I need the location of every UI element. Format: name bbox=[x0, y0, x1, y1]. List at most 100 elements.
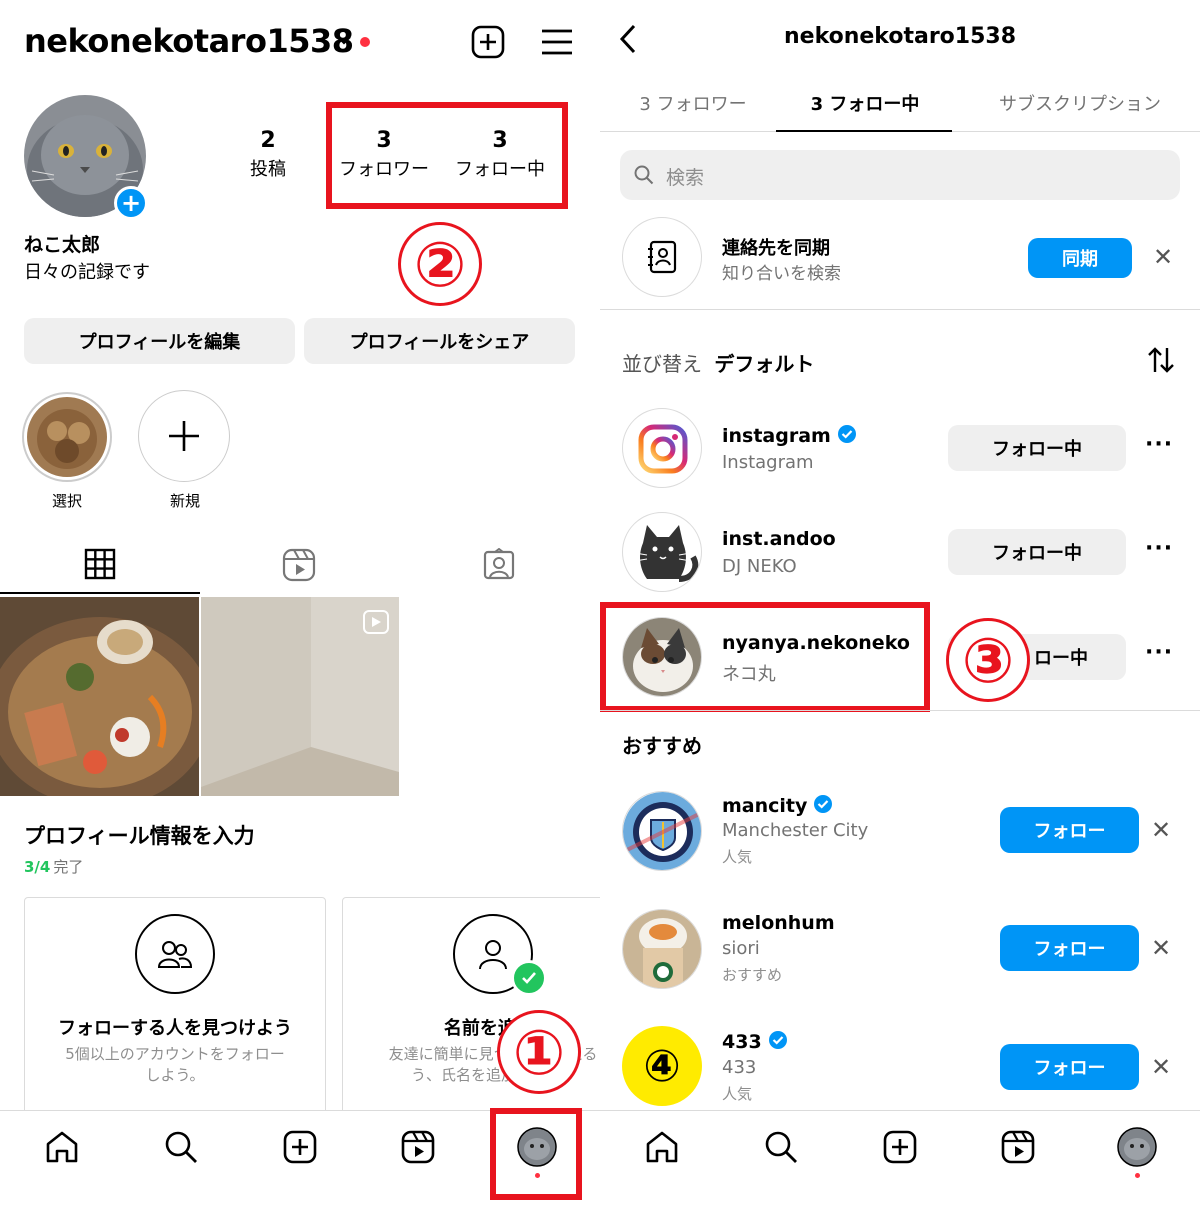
more-options-icon[interactable]: ··· bbox=[1145, 432, 1173, 457]
find-people-desc-line2: しよう。 bbox=[145, 1066, 205, 1084]
close-icon[interactable]: ✕ bbox=[1151, 816, 1171, 844]
bio-text: 日々の記録です bbox=[24, 262, 150, 283]
more-options-icon[interactable]: ··· bbox=[1145, 640, 1173, 665]
create-plus-icon[interactable] bbox=[470, 24, 506, 60]
add-story-button[interactable]: + bbox=[114, 186, 148, 220]
suggested-note-2: おすすめ bbox=[722, 966, 783, 984]
following-username-3[interactable]: nyanya.nekoneko bbox=[722, 632, 910, 654]
following-username-1[interactable]: instagram bbox=[722, 424, 857, 449]
find-people-card[interactable]: フォローする人を見つけよう 5個以上のアカウントをフォロー しよう。 bbox=[24, 897, 326, 1127]
highlight-select[interactable] bbox=[22, 392, 112, 482]
tab-indicator bbox=[776, 130, 952, 132]
avatar-mancity[interactable] bbox=[622, 791, 702, 871]
reels-icon[interactable] bbox=[400, 1129, 436, 1169]
sort-row[interactable]: 並び替え デフォルト bbox=[622, 348, 814, 377]
suggested-username-2[interactable]: melonhum bbox=[722, 912, 835, 934]
username-text: 433 bbox=[722, 1031, 762, 1053]
post-thumbnail-wall[interactable] bbox=[201, 597, 399, 796]
search-input[interactable]: 検索 bbox=[620, 150, 1180, 200]
notification-dot bbox=[1135, 1173, 1140, 1178]
tab-subscriptions[interactable]: サブスクリプション bbox=[980, 90, 1180, 116]
create-icon[interactable] bbox=[282, 1129, 318, 1169]
verified-badge-icon bbox=[837, 424, 857, 449]
search-icon[interactable] bbox=[163, 1129, 199, 1169]
suggested-header: おすすめ bbox=[622, 734, 702, 758]
follow-button-2[interactable]: フォロー bbox=[1000, 925, 1139, 971]
close-icon[interactable]: ✕ bbox=[1151, 1053, 1171, 1081]
reels-tab-icon[interactable] bbox=[282, 548, 316, 582]
tab-followers[interactable]: 3 フォロワー bbox=[618, 90, 768, 116]
verified-badge-icon bbox=[813, 794, 833, 819]
plus-icon bbox=[169, 421, 199, 451]
following-screen: nekonekotaro1538 3 フォロワー 3 フォロー中 サブスクリプシ… bbox=[600, 0, 1200, 1206]
add-name-card[interactable]: 名前を追加! 友達に簡単に見つけてもらえる う、氏名を追加しよう。 bbox=[342, 897, 600, 1127]
find-people-desc: 5個以上のアカウントをフォロー しよう。 bbox=[25, 1044, 325, 1086]
check-icon bbox=[511, 960, 547, 996]
new-highlight-label: 新規 bbox=[169, 492, 200, 510]
annotation-number-two: ② bbox=[398, 222, 482, 306]
profile-info-title: プロフィール情報を入力 bbox=[24, 824, 255, 848]
sort-label: 並び替え bbox=[622, 352, 702, 376]
edit-profile-button[interactable]: プロフィールを編集 bbox=[24, 318, 295, 364]
sort-arrows-icon[interactable] bbox=[1146, 346, 1176, 374]
avatar-instagram[interactable] bbox=[622, 408, 702, 488]
posts-label: 投稿 bbox=[250, 159, 286, 180]
followers-label: フォロワー bbox=[339, 159, 429, 180]
stat-following[interactable]: 3 フォロー中 bbox=[448, 128, 552, 181]
profile-screen: nekonekotaro1538 + 2 投稿 3 フォロワー 3 フォロー中 … bbox=[0, 0, 600, 1206]
following-username-2[interactable]: inst.andoo bbox=[722, 528, 836, 550]
sync-button[interactable]: 同期 bbox=[1028, 238, 1132, 278]
bottom-nav bbox=[600, 1110, 1200, 1206]
annotation-number-one: ① bbox=[497, 1010, 581, 1094]
close-icon[interactable]: ✕ bbox=[1151, 934, 1171, 962]
stat-followers[interactable]: 3 フォロワー bbox=[334, 128, 434, 181]
sync-title: 連絡先を同期 bbox=[722, 238, 830, 259]
highlight-select-label: 選択 bbox=[51, 492, 82, 510]
profile-tab-avatar[interactable] bbox=[517, 1127, 557, 1171]
sort-value: デフォルト bbox=[714, 352, 815, 376]
following-name-3: ネコ丸 bbox=[722, 664, 776, 685]
avatar-inst-andoo[interactable] bbox=[622, 512, 702, 592]
new-highlight-button[interactable] bbox=[138, 390, 230, 482]
tab-following[interactable]: 3 フォロー中 bbox=[790, 90, 940, 116]
progress-suffix: 完了 bbox=[53, 858, 84, 876]
stat-posts[interactable]: 2 投稿 bbox=[228, 128, 308, 181]
following-count: 3 bbox=[492, 128, 508, 153]
page-title: nekonekotaro1538 bbox=[783, 24, 1017, 49]
more-options-icon[interactable]: ··· bbox=[1145, 536, 1173, 561]
progress-text: 3/4 完了 bbox=[24, 856, 83, 877]
profile-username-header[interactable]: nekonekotaro1538 bbox=[24, 22, 354, 60]
share-profile-button[interactable]: プロフィールをシェア bbox=[304, 318, 575, 364]
people-icon bbox=[135, 914, 215, 994]
following-name-2: DJ NEKO bbox=[722, 556, 797, 577]
search-icon[interactable] bbox=[763, 1129, 799, 1169]
following-name-1: Instagram bbox=[722, 452, 814, 473]
notification-dot bbox=[535, 1173, 540, 1178]
divider bbox=[600, 710, 1200, 711]
suggested-username-3[interactable]: 433 bbox=[722, 1030, 788, 1055]
follow-button-3[interactable]: フォロー bbox=[1000, 1044, 1139, 1090]
tagged-tab-icon[interactable] bbox=[482, 548, 516, 582]
followers-count: 3 bbox=[376, 128, 392, 153]
grid-icon[interactable] bbox=[84, 548, 116, 580]
create-icon[interactable] bbox=[882, 1129, 918, 1169]
avatar-nyanya-nekoneko[interactable] bbox=[622, 617, 702, 697]
username-text: mancity bbox=[722, 795, 808, 817]
suggested-username-1[interactable]: mancity bbox=[722, 794, 833, 819]
home-icon[interactable] bbox=[44, 1129, 80, 1169]
avatar-433[interactable]: ④ bbox=[622, 1026, 702, 1106]
avatar-melonhum[interactable] bbox=[622, 909, 702, 989]
tab-indicator bbox=[0, 592, 200, 594]
following-button-1[interactable]: フォロー中 bbox=[948, 425, 1126, 471]
close-icon[interactable]: ✕ bbox=[1153, 243, 1173, 271]
home-icon[interactable] bbox=[644, 1129, 680, 1169]
profile-tab-avatar[interactable] bbox=[1117, 1127, 1157, 1171]
post-thumbnail-food[interactable] bbox=[0, 597, 199, 796]
following-label: フォロー中 bbox=[455, 159, 545, 180]
follow-button-1[interactable]: フォロー bbox=[1000, 807, 1139, 853]
following-button-2[interactable]: フォロー中 bbox=[948, 529, 1126, 575]
reels-icon[interactable] bbox=[1000, 1129, 1036, 1169]
chevron-down-icon[interactable] bbox=[336, 34, 352, 46]
menu-icon[interactable] bbox=[540, 28, 574, 56]
find-people-title: フォローする人を見つけよう bbox=[58, 1018, 292, 1039]
